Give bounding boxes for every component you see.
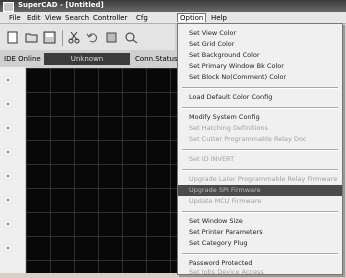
menu-item-set-window-size[interactable]: Set Window Size — [178, 216, 342, 227]
cut-icon[interactable] — [67, 31, 81, 44]
left-ruler — [0, 67, 25, 273]
title-bar: SuperCAD - [Untitled] — [0, 0, 346, 12]
open-folder-icon[interactable] — [25, 31, 39, 44]
menu-item-set-printer-parameters[interactable]: Set Printer Parameters — [178, 227, 342, 238]
menu-item-set-cutter-relay[interactable]: Set Cutter Programmable Relay Doc — [178, 134, 342, 145]
menu-item-modify-system-config[interactable]: Modify System Config — [178, 112, 342, 123]
menu-item-load-default-color[interactable]: Load Default Color Config — [178, 92, 342, 103]
save-icon[interactable] — [43, 31, 57, 44]
menu-file[interactable]: File — [9, 14, 21, 22]
menu-divider — [182, 169, 338, 171]
menu-option[interactable]: Option — [177, 13, 207, 22]
zoom-icon[interactable] — [124, 31, 138, 44]
window-title: SuperCAD - [Untitled] — [18, 1, 104, 9]
menu-item-set-view-color[interactable]: Set View Color — [178, 28, 342, 39]
menu-item-set-primary-window-color[interactable]: Set Primary Window Bk Color — [178, 61, 342, 72]
menu-divider — [182, 211, 338, 213]
drawing-canvas[interactable] — [26, 68, 178, 273]
menu-help[interactable]: Help — [211, 14, 227, 22]
menu-item-set-grid-color[interactable]: Set Grid Color — [178, 39, 342, 50]
menu-item-set-category-plug[interactable]: Set Category Plug — [178, 238, 342, 249]
undo-icon[interactable] — [86, 31, 100, 44]
menu-item-set-background-color[interactable]: Set Background Color — [178, 50, 342, 61]
status-unknown: Unknown — [44, 53, 130, 65]
status-ide: IDE Online — [4, 55, 41, 63]
menu-item-set-hatching[interactable]: Set Hatching Definitions — [178, 123, 342, 134]
menu-search[interactable]: Search — [65, 14, 89, 22]
menu-item-set-block-color[interactable]: Set Block No(Comment) Color — [178, 72, 342, 83]
menu-controller[interactable]: Controller — [93, 14, 127, 22]
menu-item-upgrade-spi-firmware[interactable]: Upgrade SPI Firmware — [178, 185, 342, 196]
menu-view[interactable]: View — [45, 14, 62, 22]
menu-divider — [182, 253, 338, 255]
menu-item-upgrade-relay-firmware[interactable]: Upgrade Later Programmable Relay Firmwar… — [178, 174, 342, 185]
menu-edit[interactable]: Edit — [27, 14, 41, 22]
app-icon — [3, 2, 14, 12]
status-row: IDE Online Unknown Conn.Status — [0, 51, 178, 67]
status-connection: Conn.Status — [135, 55, 178, 63]
menu-cfg[interactable]: Cfg — [136, 14, 148, 22]
menu-item-update-mcu-firmware[interactable]: Update MCU Firmware — [178, 196, 342, 207]
menu-divider — [182, 87, 338, 89]
menu-divider — [182, 149, 338, 151]
menu-divider — [182, 107, 338, 109]
option-menu-dropdown: Set View Color Set Grid Color Set Backgr… — [177, 23, 343, 276]
toolbar — [0, 24, 175, 50]
menu-item-set-id-invert[interactable]: Set ID INVERT — [178, 154, 342, 165]
new-file-icon[interactable] — [6, 31, 20, 44]
tool-icon[interactable] — [105, 31, 119, 44]
